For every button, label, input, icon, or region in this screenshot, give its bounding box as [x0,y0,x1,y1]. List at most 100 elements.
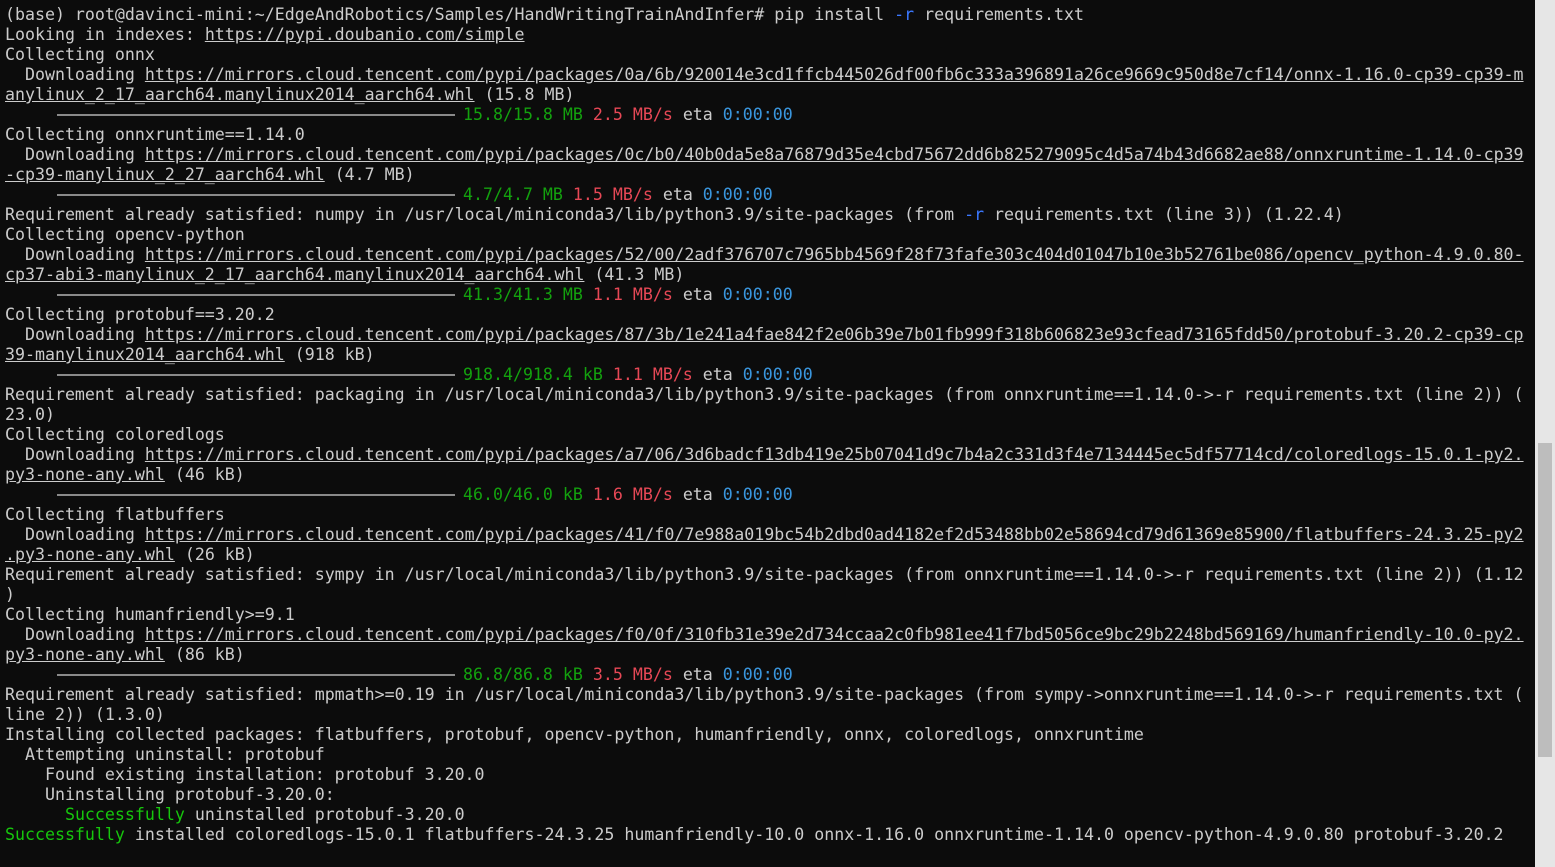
terminal-text: Requirement already satisfied: sympy in … [5,565,1524,584]
terminal-text: Downloading [5,65,145,84]
url-link[interactable]: anylinux_2_17_aarch64.manylinux2014_aarc… [5,85,475,104]
terminal-line: py3-none-any.whl (46 kB) [5,465,1530,485]
terminal-line: py3-none-any.whl (86 kB) [5,645,1530,665]
terminal-text: Downloading [5,325,145,344]
url-link[interactable]: https://pypi.doubanio.com/simple [205,25,525,44]
terminal-line: Found existing installation: protobuf 3.… [5,765,1530,785]
terminal-text: (46 kB) [164,465,245,484]
terminal-text: Downloading [5,445,145,464]
terminal-line: Requirement already satisfied: mpmath>=0… [5,685,1530,705]
url-link[interactable]: https://mirrors.cloud.tencent.com/pypi/p… [145,325,1524,344]
terminal-text: 0:00:00 [722,285,793,304]
terminal-text: 0:00:00 [722,105,793,124]
terminal-text: ) [5,585,15,604]
url-link[interactable]: py3-none-any.whl [5,645,165,664]
url-link[interactable]: https://mirrors.cloud.tencent.com/pypi/p… [145,145,1524,164]
terminal-text: 3.5 MB/s [592,665,673,684]
url-link[interactable]: -cp39-manylinux_2_27_aarch64.whl [5,165,325,184]
terminal-line: line 2)) (1.3.0) [5,705,1530,725]
scrollbar-thumb[interactable] [1538,443,1552,757]
terminal-text: Attempting uninstall: protobuf [5,745,325,764]
terminal-text: Downloading [5,625,145,644]
terminal-line: Looking in indexes: https://pypi.doubani… [5,25,1530,45]
terminal-text: (86 kB) [164,645,245,664]
terminal-line: Downloading https://mirrors.cloud.tencen… [5,525,1530,545]
terminal-line: Downloading https://mirrors.cloud.tencen… [5,245,1530,265]
terminal-text: 4.7/4.7 MB [463,185,563,204]
terminal-text: (918 kB) [284,345,375,364]
terminal-text: 1.5 MB/s [572,185,653,204]
terminal-text: Collecting opencv-python [5,225,245,244]
terminal-text: Collecting flatbuffers [5,505,225,524]
progress-bar [57,493,455,496]
url-link[interactable]: https://mirrors.cloud.tencent.com/pypi/p… [145,65,1524,84]
url-link[interactable]: .py3-none-any.whl [5,545,175,564]
terminal-line: .py3-none-any.whl (26 kB) [5,545,1530,565]
terminal-line: 4.7/4.7 MB 1.5 MB/s eta 0:00:00 [5,185,1530,205]
progress-bar [57,113,455,116]
url-link[interactable]: https://mirrors.cloud.tencent.com/pypi/p… [145,245,1524,264]
terminal-text: -r [964,205,985,224]
terminal-text: installed coloredlogs-15.0.1 flatbuffers… [124,825,1504,844]
terminal-text: (base) root@davinci-mini:~/EdgeAndRoboti… [5,5,895,24]
terminal-text: uninstalled protobuf-3.20.0 [184,805,465,824]
terminal-text: eta [672,665,723,684]
url-link[interactable]: https://mirrors.cloud.tencent.com/pypi/p… [145,525,1524,544]
terminal-output: (base) root@davinci-mini:~/EdgeAndRoboti… [5,5,1530,845]
terminal-text: Collecting coloredlogs [5,425,225,444]
terminal-line: 23.0) [5,405,1530,425]
terminal-line: Installing collected packages: flatbuffe… [5,725,1530,745]
terminal-text: 0:00:00 [722,485,793,504]
terminal-line: 86.8/86.8 kB 3.5 MB/s eta 0:00:00 [5,665,1530,685]
terminal-line: 918.4/918.4 kB 1.1 MB/s eta 0:00:00 [5,365,1530,385]
terminal-text: Downloading [5,245,145,264]
url-link[interactable]: https://mirrors.cloud.tencent.com/pypi/p… [145,445,1524,464]
terminal-text: Requirement already satisfied: numpy in … [5,205,965,224]
terminal-text: 0:00:00 [742,365,813,384]
terminal-line: 15.8/15.8 MB 2.5 MB/s eta 0:00:00 [5,105,1530,125]
url-link[interactable]: 39-manylinux2014_aarch64.whl [5,345,285,364]
vertical-scrollbar[interactable] [1535,0,1555,867]
terminal-text: 15.8/15.8 MB [463,105,583,124]
terminal-line: Requirement already satisfied: sympy in … [5,565,1530,585]
terminal-line: 46.0/46.0 kB 1.6 MB/s eta 0:00:00 [5,485,1530,505]
terminal-line: ) [5,585,1530,605]
terminal-line: 39-manylinux2014_aarch64.whl (918 kB) [5,345,1530,365]
terminal-line: Collecting opencv-python [5,225,1530,245]
terminal-line: (base) root@davinci-mini:~/EdgeAndRoboti… [5,5,1530,25]
terminal-text: Collecting humanfriendly>=9.1 [5,605,295,624]
terminal-text: (26 kB) [174,545,255,564]
terminal-text: Successfully [64,805,185,824]
terminal-text: Downloading [5,525,145,544]
terminal-text: 86.8/86.8 kB [463,665,583,684]
terminal-line: Downloading https://mirrors.cloud.tencen… [5,65,1530,85]
terminal-text: (41.3 MB) [584,265,685,284]
terminal-line: Collecting onnx [5,45,1530,65]
url-link[interactable]: https://mirrors.cloud.tencent.com/pypi/p… [145,625,1524,644]
url-link[interactable]: cp37-abi3-manylinux_2_17_aarch64.manylin… [5,265,584,284]
terminal-line: Downloading https://mirrors.cloud.tencen… [5,445,1530,465]
terminal-line: Downloading https://mirrors.cloud.tencen… [5,625,1530,645]
terminal-text: Collecting onnx [5,45,155,64]
terminal-text: 918.4/918.4 kB [463,365,603,384]
progress-bar [57,373,455,376]
terminal-line: anylinux_2_17_aarch64.manylinux2014_aarc… [5,85,1530,105]
terminal-text: Downloading [5,145,145,164]
terminal-window[interactable]: (base) root@davinci-mini:~/EdgeAndRoboti… [0,0,1535,867]
terminal-text: 1.1 MB/s [612,365,693,384]
terminal-text: requirements.txt [914,5,1084,24]
url-link[interactable]: py3-none-any.whl [5,465,165,484]
terminal-text: -r [894,5,915,24]
terminal-text: 23.0) [5,405,55,424]
terminal-line: Collecting humanfriendly>=9.1 [5,605,1530,625]
terminal-line: Collecting coloredlogs [5,425,1530,445]
terminal-text: Looking in indexes: [5,25,205,44]
terminal-text: Successfully [5,825,125,844]
terminal-text: (4.7 MB) [324,165,415,184]
terminal-text: Installing collected packages: flatbuffe… [5,725,1144,744]
